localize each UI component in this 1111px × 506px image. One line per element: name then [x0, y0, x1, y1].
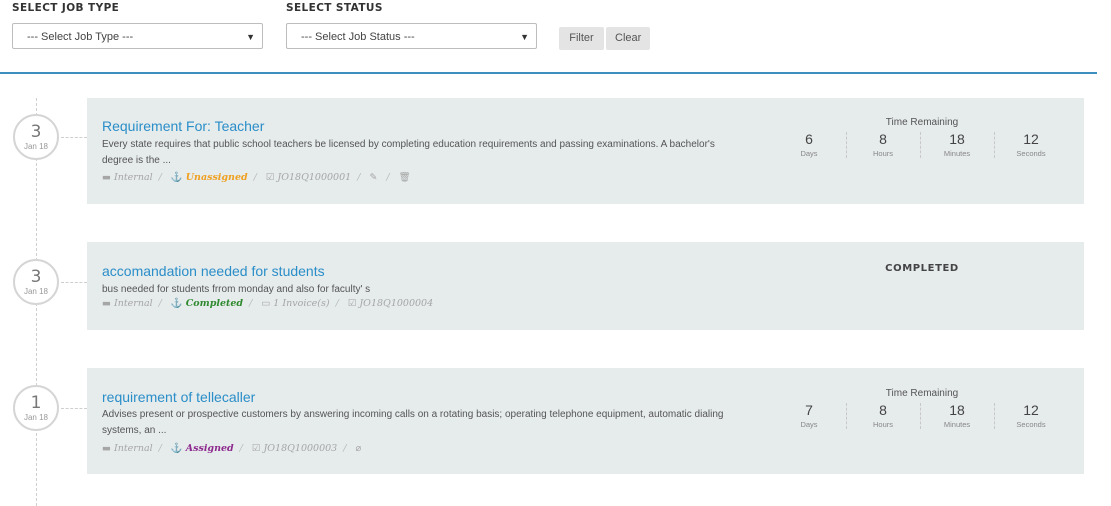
timer-hours-label: Hours — [872, 420, 893, 429]
job-meta: ▬ Internal / ⚓ Unassigned / ☑ JO18Q1000001/ ✎… — [102, 172, 411, 183]
anchor-icon: ⚓ — [170, 172, 183, 183]
chevron-down-icon: ▼ — [520, 32, 529, 42]
timer-hours-value: 8 — [879, 402, 887, 418]
job-code: JO18Q1000001 — [277, 172, 352, 183]
timer-seconds-value: 12 — [1023, 402, 1039, 418]
date-badge: 1 Jan 18 — [13, 385, 59, 431]
timer-minutes: 18 Minutes — [920, 131, 994, 158]
date-month: Jan 18 — [23, 287, 49, 296]
completed-badge: COMPLETED — [885, 263, 959, 274]
job-description: bus needed for students frrom monday and… — [102, 284, 371, 295]
invoice-icon: ▭ — [261, 298, 271, 309]
header-divider — [0, 72, 1097, 74]
folder-icon: ▬ — [102, 298, 111, 309]
clear-button[interactable]: Clear — [606, 27, 650, 50]
timer-seconds-label: Seconds — [1016, 149, 1046, 158]
timer-title: Time Remaining — [885, 117, 959, 128]
date-day: 3 — [30, 267, 42, 287]
timer-minutes-value: 18 — [949, 402, 965, 418]
job-title-link[interactable]: Requirement For: Teacher — [102, 118, 264, 134]
trash-icon[interactable]: 🗑 — [399, 172, 411, 183]
job-code: JO18Q1000004 — [359, 298, 434, 309]
timer-seconds: 12 Seconds — [994, 402, 1068, 429]
job-card: requirement of tellecaller Advises prese… — [87, 368, 1084, 474]
job-meta: ▬ Internal / ⚓ Completed / ▭ 1 Invoice(s) / ☑ J… — [102, 298, 434, 309]
timer-hours: 8 Hours — [846, 131, 920, 158]
job-type-label: SELECT JOB TYPE — [12, 2, 120, 14]
checkbox-icon: ☑ — [251, 443, 261, 454]
job-invoices[interactable]: 1 Invoice(s) — [273, 298, 329, 309]
timer-hours: 8 Hours — [846, 402, 920, 429]
job-visibility: Internal — [113, 172, 153, 183]
date-badge: 3 Jan 18 — [13, 259, 59, 305]
date-day: 3 — [30, 122, 42, 142]
folder-icon: ▬ — [102, 172, 111, 183]
timer-days-value: 7 — [805, 402, 813, 418]
timer-minutes-label: Minutes — [943, 420, 971, 429]
job-title-link[interactable]: requirement of tellecaller — [102, 389, 255, 405]
timer-title: Time Remaining — [885, 388, 959, 399]
timer-minutes-value: 18 — [949, 131, 965, 147]
job-description: Every state requires that public school … — [102, 139, 715, 166]
date-badge: 3 Jan 18 — [13, 114, 59, 160]
timeline-connector — [61, 282, 87, 283]
paperclip-icon[interactable]: ⌀ — [355, 443, 361, 454]
status-select[interactable]: --- Select Job Status --- ▼ — [286, 23, 537, 49]
anchor-icon: ⚓ — [170, 298, 183, 309]
date-month: Jan 18 — [23, 142, 49, 151]
job-type-select-value: --- Select Job Type --- — [27, 31, 134, 43]
timer-hours-label: Hours — [872, 149, 893, 158]
job-card: Requirement For: Teacher Every state req… — [87, 98, 1084, 204]
job-status[interactable]: Unassigned — [186, 172, 248, 183]
date-month: Jan 18 — [23, 413, 49, 422]
job-card: accomandation needed for students bus ne… — [87, 242, 1084, 330]
anchor-icon: ⚓ — [170, 443, 183, 454]
job-description: Advises present or prospective customers… — [102, 409, 724, 436]
job-type-select[interactable]: --- Select Job Type --- ▼ — [12, 23, 263, 49]
pencil-icon[interactable]: ✎ — [369, 172, 377, 183]
timer-days-label: Days — [800, 420, 818, 429]
job-title-link[interactable]: accomandation needed for students — [102, 263, 325, 279]
status-label: SELECT STATUS — [286, 2, 383, 14]
timer-minutes: 18 Minutes — [920, 402, 994, 429]
folder-icon: ▬ — [102, 443, 111, 454]
timer-days: 7 Days — [772, 402, 846, 429]
timer-minutes-label: Minutes — [943, 149, 971, 158]
timer-days: 6 Days — [772, 131, 846, 158]
timeline-connector — [61, 137, 87, 138]
filter-button[interactable]: Filter — [559, 27, 604, 50]
date-day: 1 — [30, 393, 42, 413]
timer-hours-value: 8 — [879, 131, 887, 147]
job-status[interactable]: Assigned — [186, 443, 234, 454]
job-visibility: Internal — [113, 298, 153, 309]
timer-days-label: Days — [800, 149, 818, 158]
job-meta: ▬ Internal / ⚓ Assigned / ☑ JO18Q1000003/ ⌀ — [102, 443, 362, 454]
timeline-connector — [61, 408, 87, 409]
job-status[interactable]: Completed — [186, 298, 243, 309]
job-code: JO18Q1000003 — [263, 443, 338, 454]
checkbox-icon: ☑ — [347, 298, 357, 309]
job-visibility: Internal — [113, 443, 153, 454]
chevron-down-icon: ▼ — [246, 32, 255, 42]
timer-seconds: 12 Seconds — [994, 131, 1068, 158]
timer-days-value: 6 — [805, 131, 813, 147]
status-select-value: --- Select Job Status --- — [301, 31, 415, 43]
timer-seconds-label: Seconds — [1016, 420, 1046, 429]
timer-seconds-value: 12 — [1023, 131, 1039, 147]
checkbox-icon: ☑ — [265, 172, 275, 183]
